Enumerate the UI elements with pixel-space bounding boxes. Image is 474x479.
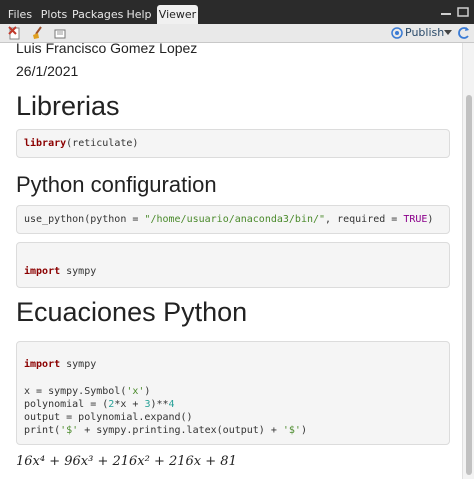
code-text: *x + xyxy=(114,399,145,410)
code-number: 4 xyxy=(168,399,175,410)
code-text: ) xyxy=(300,425,307,436)
scrollbar-thumb[interactable] xyxy=(466,95,472,475)
clear-viewer-broom-icon[interactable] xyxy=(31,26,45,40)
code-string: '$' xyxy=(282,425,301,436)
publish-button[interactable]: Publish xyxy=(405,25,444,41)
code-text: sympy xyxy=(60,266,97,277)
tab-plots[interactable]: Plots xyxy=(37,5,71,24)
tab-files[interactable]: Files xyxy=(4,5,36,24)
code-text: + sympy.printing.latex(output) + xyxy=(78,425,283,436)
code-text: use_python(python = xyxy=(24,214,145,225)
tab-help[interactable]: Help xyxy=(124,5,154,24)
refresh-icon[interactable] xyxy=(458,26,470,40)
tab-viewer[interactable]: Viewer xyxy=(157,5,198,24)
code-text: )** xyxy=(150,399,169,410)
code-block-sympy: import sympy x = sympy.Symbol('x') polyn… xyxy=(16,341,450,445)
code-text: output = polynomial.expand() xyxy=(24,412,193,423)
code-keyword: import xyxy=(24,359,61,370)
vertical-scrollbar[interactable] xyxy=(462,43,474,479)
publish-icon[interactable] xyxy=(391,27,403,39)
viewer-toolbar: Publish xyxy=(0,24,474,43)
code-string: "/home/usuario/anaconda3/bin/" xyxy=(144,214,326,225)
code-constant: TRUE xyxy=(403,214,428,225)
tab-packages[interactable]: Packages xyxy=(72,5,123,24)
code-string: 'x' xyxy=(126,386,145,397)
code-string: '$' xyxy=(60,425,79,436)
code-text: (reticulate) xyxy=(66,138,139,149)
code-keyword: import xyxy=(24,266,61,277)
code-block-import: import sympy xyxy=(16,242,450,288)
section-heading-librerias: Librerias xyxy=(16,91,120,121)
section-heading-python-configuration: Python configuration xyxy=(16,172,217,197)
chevron-down-icon[interactable] xyxy=(444,30,452,36)
document-date: 26/1/2021 xyxy=(16,63,79,79)
code-text: print( xyxy=(24,425,61,436)
minimize-icon[interactable] xyxy=(440,7,452,17)
maximize-icon[interactable] xyxy=(457,7,469,17)
document-author: Luis Francisco Gomez Lopez xyxy=(16,43,198,56)
remove-viewer-item-icon[interactable] xyxy=(8,26,22,40)
code-text: , required = xyxy=(325,214,404,225)
code-keyword: library xyxy=(24,138,67,149)
code-text: ) xyxy=(144,386,151,397)
math-output: 16x⁴ + 96x³ + 216x² + 216x + 81 xyxy=(16,454,237,469)
viewer-document: Luis Francisco Gomez Lopez 26/1/2021 Lib… xyxy=(0,43,462,479)
code-text: x = sympy.Symbol( xyxy=(24,386,127,397)
export-viewer-icon[interactable] xyxy=(53,26,67,40)
pane-tab-bar: Files Plots Packages Help Viewer xyxy=(0,0,474,24)
code-text: polynomial = ( xyxy=(24,399,109,410)
code-text: sympy xyxy=(60,359,97,370)
code-block-use-python: use_python(python = "/home/usuario/anaco… xyxy=(16,205,450,234)
section-heading-ecuaciones-python: Ecuaciones Python xyxy=(16,297,248,327)
code-text: ) xyxy=(427,214,434,225)
code-block-library: library(reticulate) xyxy=(16,129,450,158)
